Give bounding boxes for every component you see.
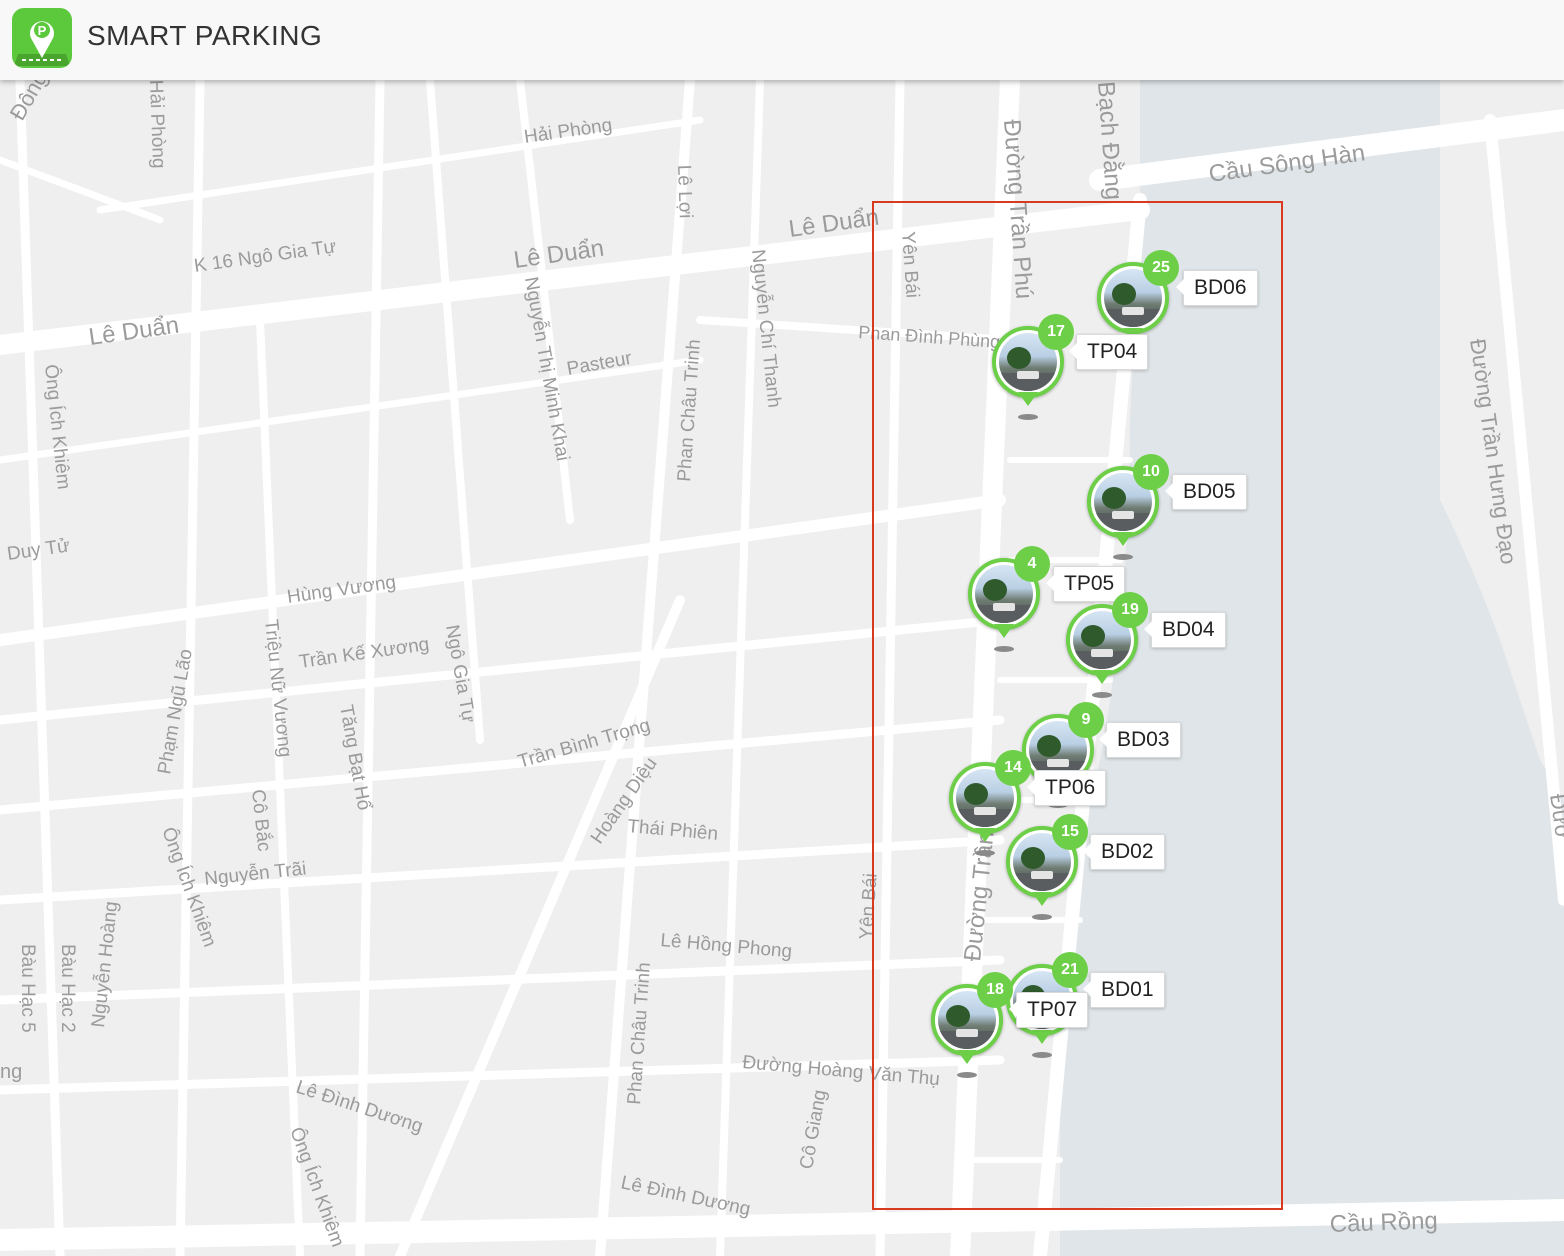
pin-pointer-icon bbox=[994, 624, 1014, 638]
available-count-badge: 4 bbox=[1014, 546, 1050, 582]
marker-label-tp04[interactable]: TP04 bbox=[1068, 334, 1149, 370]
marker-label-tp07[interactable]: TP07 bbox=[1008, 992, 1089, 1028]
available-count-badge: 19 bbox=[1112, 592, 1148, 628]
available-count-badge: 10 bbox=[1133, 454, 1169, 490]
app-title: SMART PARKING bbox=[87, 20, 323, 51]
pin-shadow bbox=[975, 850, 995, 856]
pin-pointer-icon bbox=[975, 828, 995, 842]
marker-label-bd04[interactable]: BD04 bbox=[1144, 612, 1226, 648]
street-label: Cầu Rồng bbox=[1329, 1207, 1438, 1238]
marker-label-bd02[interactable]: BD02 bbox=[1083, 834, 1165, 870]
pin-shadow bbox=[994, 646, 1014, 652]
marker-label-bd05[interactable]: BD05 bbox=[1165, 474, 1247, 510]
parking-marker-bd04[interactable]: 19 bbox=[1066, 592, 1148, 704]
street-label: ng bbox=[0, 1061, 22, 1083]
parking-marker-tp05[interactable]: 4 bbox=[968, 546, 1050, 658]
pin-pointer-icon bbox=[1092, 670, 1112, 684]
marker-label-bd06[interactable]: BD06 bbox=[1176, 270, 1258, 306]
pin-shadow bbox=[1032, 914, 1052, 920]
marker-label-tp05[interactable]: TP05 bbox=[1045, 566, 1126, 602]
pin-pointer-icon bbox=[1018, 392, 1038, 406]
marker-label-tp06[interactable]: TP06 bbox=[1026, 770, 1107, 806]
app-header: P SMART PARKING bbox=[0, 0, 1564, 80]
street-label: Bàu Hạc 2 bbox=[57, 944, 78, 1033]
available-count-badge: 14 bbox=[995, 750, 1031, 786]
map-base: Hải Phòng Hải Phòng Lê Lợi Lê Duẩn Lê Du… bbox=[0, 0, 1564, 1256]
street-label: Lê Lợi bbox=[673, 164, 696, 218]
parking-marker-bd02[interactable]: 15 bbox=[1006, 814, 1088, 926]
pin-pointer-icon bbox=[957, 1050, 977, 1064]
svg-text:P: P bbox=[38, 23, 47, 38]
pin-shadow bbox=[1032, 1052, 1052, 1058]
parking-marker-tp04[interactable]: 17 bbox=[992, 314, 1074, 426]
pin-pointer-icon bbox=[1113, 532, 1133, 546]
available-count-badge: 18 bbox=[977, 972, 1013, 1008]
parking-marker-bd05[interactable]: 10 bbox=[1087, 454, 1169, 566]
parking-marker-tp07[interactable]: 18 bbox=[931, 972, 1013, 1084]
available-count-badge: 25 bbox=[1143, 250, 1179, 286]
street-label: Bàu Hạc 5 bbox=[17, 944, 38, 1033]
marker-label-bd03[interactable]: BD03 bbox=[1099, 722, 1181, 758]
pin-shadow bbox=[1018, 414, 1038, 420]
pin-shadow bbox=[1092, 692, 1112, 698]
pin-pointer-icon bbox=[1032, 1030, 1052, 1044]
map-canvas[interactable]: Hải Phòng Hải Phòng Lê Lợi Lê Duẩn Lê Du… bbox=[0, 0, 1564, 1256]
street-label: Hải Phòng bbox=[145, 79, 169, 168]
pin-pointer-icon bbox=[1032, 892, 1052, 906]
pin-shadow bbox=[1113, 554, 1133, 560]
parking-pin-logo-icon[interactable]: P bbox=[12, 8, 72, 68]
pin-shadow bbox=[957, 1072, 977, 1078]
logo-graphic: P bbox=[14, 21, 70, 66]
marker-label-bd01[interactable]: BD01 bbox=[1083, 972, 1165, 1008]
